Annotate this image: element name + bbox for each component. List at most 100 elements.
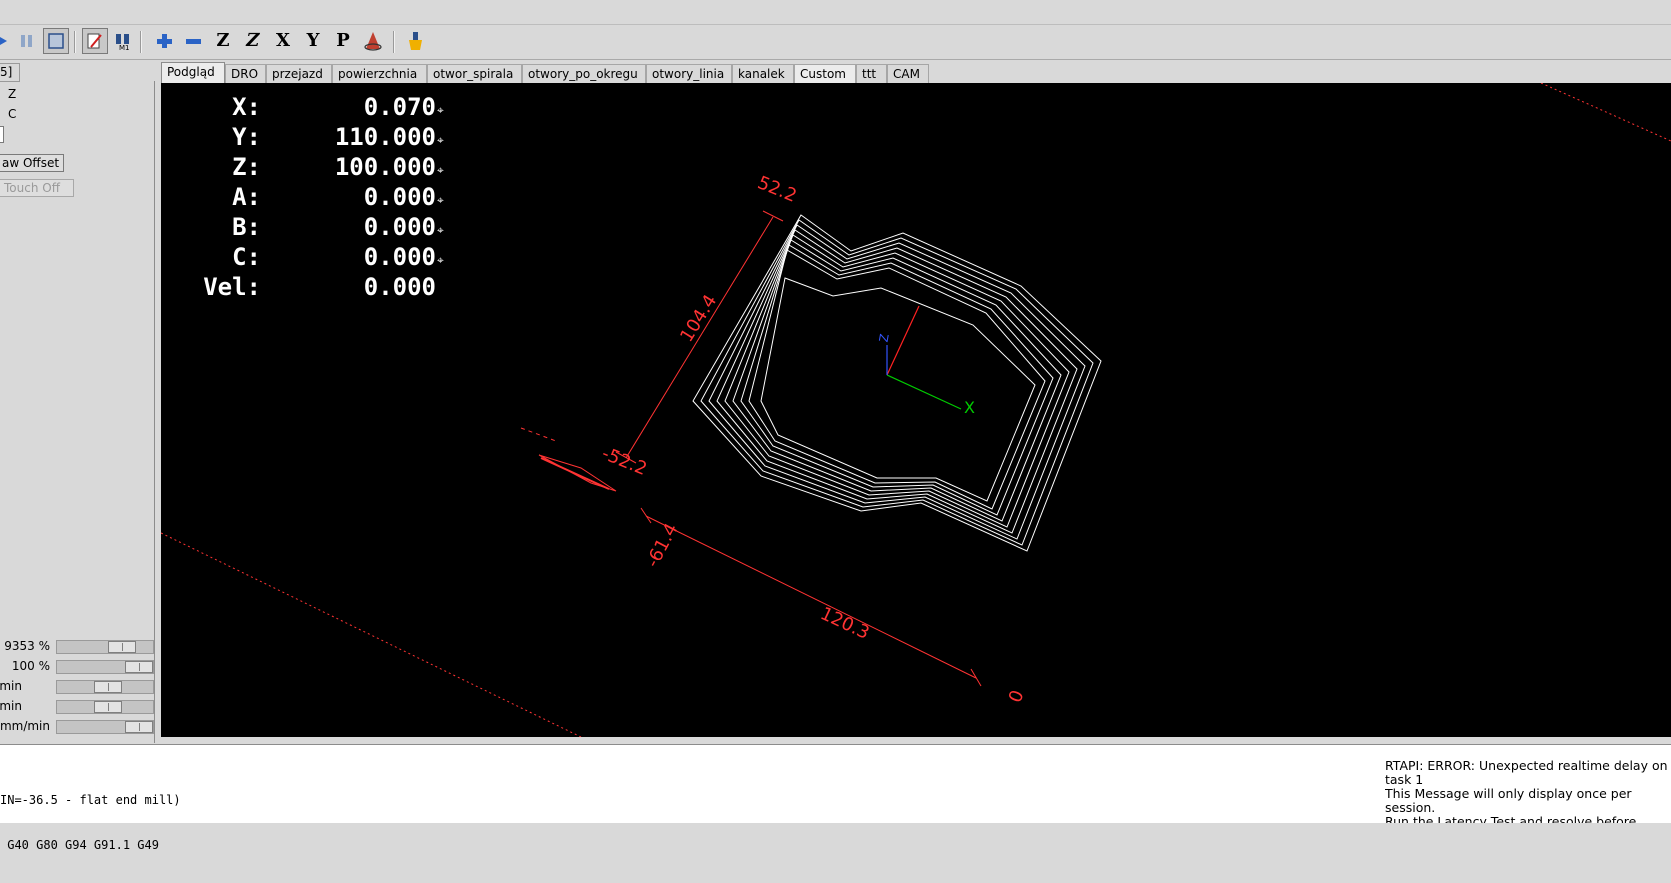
homed-icon: ⌖ [437, 193, 444, 207]
view-z-button[interactable]: Z [210, 28, 236, 54]
tab-dro[interactable]: DRO [225, 64, 266, 83]
slider-thumb[interactable] [94, 701, 122, 713]
optional-stop-icon: M1 [116, 34, 130, 51]
homed-icon: ⌖ [437, 103, 444, 117]
optional-stop-button[interactable]: M1 [110, 28, 136, 54]
run-icon [0, 37, 7, 45]
tab-cam[interactable]: CAM [887, 64, 929, 83]
svg-text:M1: M1 [119, 44, 130, 51]
dro-label: X: [232, 93, 261, 121]
homed-icon: ⌖ [437, 133, 444, 147]
tab-podglad[interactable]: Podgląd [161, 62, 225, 83]
dro-label: A: [232, 183, 261, 211]
origin-axes [886, 305, 962, 410]
view-p-button[interactable]: P [330, 28, 356, 54]
status-pane: IN=-36.5 - flat end mill) G40 G80 G94 G9… [0, 744, 1671, 852]
angular-jog-slider[interactable] [56, 700, 154, 714]
rotate-button[interactable] [360, 28, 386, 54]
homed-icon: ⌖ [437, 253, 444, 267]
limit-line [161, 532, 582, 737]
tab-custom[interactable]: Custom [794, 64, 856, 83]
draw-offset-button[interactable]: aw Offset [0, 154, 64, 172]
dimension-lines [520, 210, 982, 687]
pause-button[interactable] [14, 28, 40, 54]
toolbar-separator [74, 31, 76, 53]
tab-otwory-po-okregu[interactable]: otwory_po_okregu [522, 64, 646, 83]
rotate-icon [364, 32, 382, 51]
feed-override-slider[interactable] [56, 640, 154, 654]
dro-label: Y: [232, 123, 261, 151]
tab-powierzchnia[interactable]: powierzchnia [332, 64, 427, 83]
zoom-in-button[interactable] [151, 28, 177, 54]
tab-ttt[interactable]: ttt [856, 64, 887, 83]
block-delete-icon [87, 33, 102, 49]
view-z-icon: Z [216, 30, 230, 51]
pause-icon [21, 35, 32, 47]
error-line: This Message will only display once per … [1385, 786, 1632, 815]
jog-speed-slider[interactable] [56, 680, 154, 694]
override-label: /min [0, 679, 22, 693]
toolbar-separator [393, 31, 395, 53]
touch-off-button[interactable]: Touch Off [0, 179, 74, 197]
error-message-box: RTAPI: ERROR: Unexpected realtime delay … [1385, 759, 1671, 823]
zoom-in-icon [157, 34, 172, 48]
override-label: min [0, 699, 22, 713]
error-line: RTAPI: ERROR: Unexpected realtime delay … [1385, 759, 1668, 787]
max-velocity-slider[interactable] [56, 720, 154, 734]
x-axis-label: X [964, 398, 975, 417]
zoom-out-icon [186, 39, 201, 44]
tab-otwory-linia[interactable]: otwory_linia [646, 64, 732, 83]
dro-value: 0.000 [363, 213, 436, 241]
dro-value: 100.000 [334, 153, 436, 181]
gcode-line: G40 G80 G94 G91.1 G49 [0, 838, 159, 852]
stop-button[interactable] [43, 28, 69, 54]
dro-value: 0.000 [363, 243, 436, 271]
manual-control-panel: Z C aw Offset Touch Off 9353 % 100 % /mi… [0, 81, 155, 743]
view-p-icon: P [336, 30, 350, 51]
tab-przejazd[interactable]: przejazd [266, 64, 332, 83]
gcode-line: IN=-36.5 - flat end mill) [0, 793, 181, 807]
tab-kanalek[interactable]: kanalek [732, 64, 794, 83]
dro-value: 0.070 [363, 93, 436, 121]
homed-icon: ⌖ [437, 223, 444, 237]
override-label: 100 % [11, 659, 50, 673]
dro-label: Vel: [203, 273, 261, 301]
slider-thumb[interactable] [108, 641, 136, 653]
block-delete-button[interactable] [82, 28, 108, 54]
clear-plot-button[interactable] [402, 28, 428, 54]
zoom-out-button[interactable] [180, 28, 206, 54]
dro-label: C: [232, 243, 261, 271]
dro-value: 0.000 [363, 183, 436, 211]
tab-otwor-spirala[interactable]: otwor_spirala [427, 64, 522, 83]
view-x-icon: X [276, 30, 290, 51]
spindle-override-slider[interactable] [56, 660, 154, 674]
view-z2-button[interactable]: Z [240, 28, 266, 54]
view-z2-icon: Z [244, 30, 262, 51]
dro-label: B: [232, 213, 261, 241]
slider-thumb[interactable] [125, 721, 153, 733]
left-panel-tab[interactable]: 5] [0, 63, 20, 82]
dro-value: 0.000 [363, 273, 436, 301]
run-button[interactable] [0, 28, 12, 54]
toolpath-preview[interactable]: X: 0.070 Y: 110.000 Z: 100.000 A: 0.000 … [161, 83, 1671, 737]
stop-icon [48, 33, 64, 49]
view-y-button[interactable]: Y [300, 28, 326, 54]
view-x-button[interactable]: X [270, 28, 296, 54]
axis-option-c[interactable]: C [8, 107, 16, 121]
limit-line [1540, 83, 1671, 142]
override-label: mm/min [0, 719, 50, 733]
view-y-icon: Y [306, 30, 320, 51]
axis-option-z[interactable]: Z [8, 87, 16, 101]
menu-bar [0, 0, 1671, 25]
dro-value: 110.000 [334, 123, 436, 151]
override-label: 9353 % [4, 639, 50, 653]
dro-label: Z: [232, 153, 261, 181]
axis-entry[interactable] [0, 126, 4, 143]
homed-icon: ⌖ [437, 163, 444, 177]
toolbar-separator [140, 31, 142, 53]
slider-thumb[interactable] [125, 661, 153, 673]
slider-thumb[interactable] [94, 681, 122, 693]
toolbar: M1 Z Z X Y P [0, 25, 1671, 60]
toolpath-contours [692, 214, 1102, 552]
gcode-display: IN=-36.5 - flat end mill) G40 G80 G94 G9… [0, 763, 181, 883]
